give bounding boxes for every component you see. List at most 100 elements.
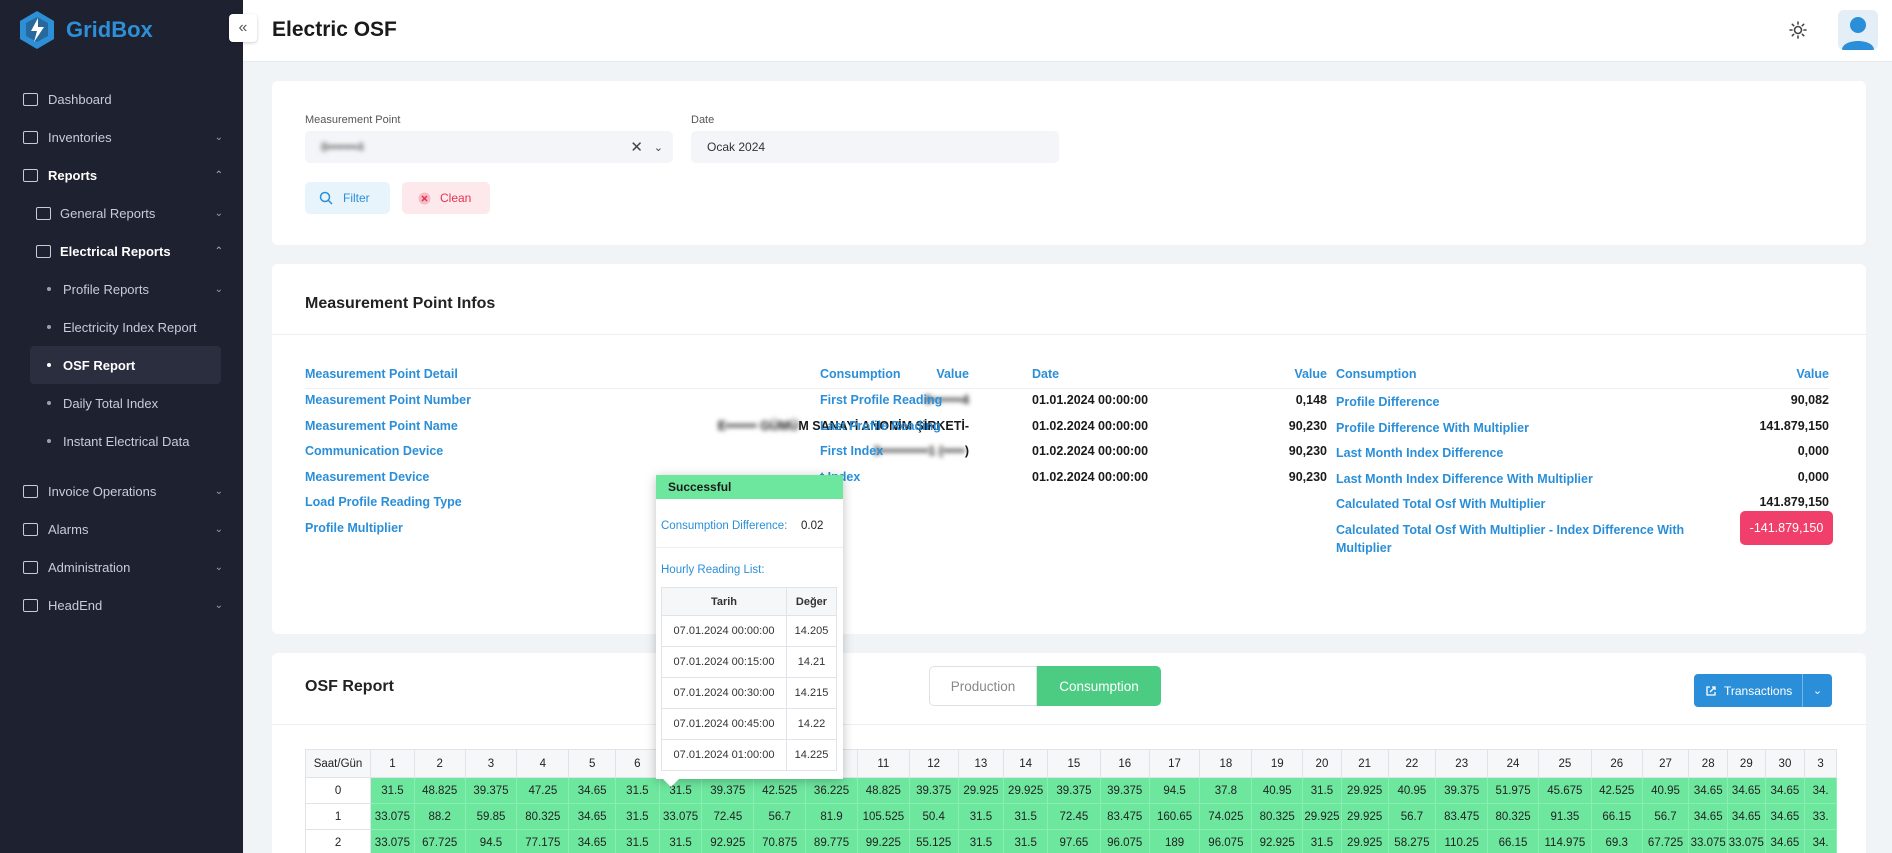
osf-value-cell[interactable]: 88.2: [413, 803, 466, 830]
osf-value-cell[interactable]: 47.25: [516, 777, 570, 804]
user-avatar[interactable]: [1838, 10, 1878, 50]
tab-consumption[interactable]: Consumption: [1037, 666, 1161, 706]
osf-value-cell[interactable]: 96.075: [1199, 829, 1253, 853]
osf-value-cell[interactable]: 29.925: [957, 777, 1005, 804]
tab-production[interactable]: Production: [929, 666, 1037, 706]
osf-value-cell[interactable]: 56.7: [1641, 803, 1690, 830]
sun-icon[interactable]: [1789, 21, 1807, 39]
sidebar-item-dashboard[interactable]: Dashboard: [0, 80, 243, 118]
osf-value-cell[interactable]: 72.45: [1047, 803, 1101, 830]
osf-value-cell[interactable]: 34.65: [568, 777, 617, 804]
osf-value-cell[interactable]: 39.375: [464, 777, 518, 804]
osf-value-cell[interactable]: 80.325: [1251, 803, 1304, 830]
sidebar-item-invoice-operations[interactable]: Invoice Operations ⌄: [0, 472, 243, 510]
sidebar-item-administration[interactable]: Administration ⌄: [0, 548, 243, 586]
osf-value-cell[interactable]: 34.65: [1764, 829, 1806, 853]
osf-value-cell[interactable]: 31.5: [658, 829, 703, 853]
osf-value-cell[interactable]: 34.65: [568, 803, 617, 830]
osf-value-cell[interactable]: 80.325: [1487, 803, 1539, 830]
sidebar-collapse-button[interactable]: «: [229, 14, 257, 42]
sidebar-item-electricity-index-report[interactable]: Electricity Index Report: [0, 308, 243, 346]
osf-value-cell[interactable]: 34.65: [1688, 777, 1729, 804]
sidebar-item-reports[interactable]: Reports ⌃: [0, 156, 243, 194]
transactions-dropdown-toggle[interactable]: ⌄: [1802, 674, 1832, 707]
clean-button[interactable]: Clean: [402, 182, 490, 214]
osf-value-cell[interactable]: 81.9: [805, 803, 858, 830]
osf-value-cell[interactable]: 39.375: [908, 777, 959, 804]
osf-value-cell[interactable]: 39.375: [1047, 777, 1101, 804]
sidebar-item-general-reports[interactable]: General Reports ⌄: [0, 194, 243, 232]
osf-value-cell[interactable]: 83.475: [1099, 803, 1150, 830]
osf-value-cell[interactable]: 31.5: [1302, 777, 1342, 804]
osf-value-cell[interactable]: 31.5: [615, 777, 660, 804]
osf-value-cell[interactable]: 105.525: [856, 803, 910, 830]
osf-value-cell[interactable]: 36.225: [805, 777, 858, 804]
osf-value-cell[interactable]: 58.275: [1387, 829, 1437, 853]
sidebar-item-headend[interactable]: HeadEnd ⌄: [0, 586, 243, 624]
measurement-point-select[interactable]: 8•••••••4 ✕ ⌄: [305, 131, 673, 163]
osf-value-cell[interactable]: 34.65: [1764, 777, 1806, 804]
osf-value-cell[interactable]: 33.075: [370, 829, 415, 853]
sidebar-item-electrical-reports[interactable]: Electrical Reports ⌃: [0, 232, 243, 270]
osf-value-cell[interactable]: 48.825: [413, 777, 466, 804]
sidebar-item-inventories[interactable]: Inventories ⌄: [0, 118, 243, 156]
osf-value-cell[interactable]: 89.775: [805, 829, 858, 853]
osf-value-cell[interactable]: 37.8: [1199, 777, 1253, 804]
osf-value-cell[interactable]: 29.925: [1340, 777, 1389, 804]
osf-value-cell[interactable]: 70.875: [753, 829, 807, 853]
osf-value-cell[interactable]: 189: [1148, 829, 1201, 853]
osf-value-cell[interactable]: 42.525: [1590, 777, 1643, 804]
osf-value-cell[interactable]: 29.925: [1340, 803, 1389, 830]
osf-value-cell[interactable]: 39.375: [1099, 777, 1150, 804]
sidebar-item-instant-electrical-data[interactable]: Instant Electrical Data: [0, 422, 243, 460]
osf-value-cell[interactable]: 99.225: [856, 829, 910, 853]
osf-value-cell[interactable]: 55.125: [908, 829, 959, 853]
osf-value-cell[interactable]: 34.65: [1688, 803, 1729, 830]
clear-icon[interactable]: ✕: [630, 138, 643, 156]
osf-value-cell[interactable]: 31.5: [957, 829, 1005, 853]
osf-value-cell[interactable]: 66.15: [1487, 829, 1539, 853]
osf-value-cell[interactable]: 31.5: [615, 829, 660, 853]
sidebar-item-alarms[interactable]: Alarms ⌄: [0, 510, 243, 548]
osf-value-cell[interactable]: 74.025: [1199, 803, 1253, 830]
osf-value-cell[interactable]: 59.85: [464, 803, 518, 830]
osf-value-cell[interactable]: 160.65: [1148, 803, 1201, 830]
osf-value-cell[interactable]: 39.375: [1435, 777, 1489, 804]
sidebar-item-profile-reports[interactable]: Profile Reports ⌄: [0, 270, 243, 308]
osf-value-cell[interactable]: 110.25: [1435, 829, 1489, 853]
osf-value-cell[interactable]: 56.7: [1387, 803, 1437, 830]
osf-value-cell[interactable]: 77.175: [516, 829, 570, 853]
sidebar-item-daily-total-index[interactable]: Daily Total Index: [0, 384, 243, 422]
osf-value-cell[interactable]: 33.: [1804, 803, 1837, 830]
osf-value-cell[interactable]: 33.075: [1727, 829, 1766, 853]
osf-value-cell[interactable]: 34.: [1804, 777, 1837, 804]
osf-value-cell[interactable]: 34.65: [568, 829, 617, 853]
logo[interactable]: GridBox: [0, 0, 243, 60]
osf-value-cell[interactable]: 34.65: [1727, 777, 1766, 804]
osf-value-cell[interactable]: 34.: [1804, 829, 1837, 853]
osf-value-cell[interactable]: 31.5: [370, 777, 415, 804]
osf-value-cell[interactable]: 72.45: [701, 803, 755, 830]
filter-button[interactable]: Filter: [305, 182, 390, 214]
osf-value-cell[interactable]: 56.7: [753, 803, 807, 830]
osf-value-cell[interactable]: 51.975: [1487, 777, 1539, 804]
osf-value-cell[interactable]: 31.5: [615, 803, 660, 830]
osf-value-cell[interactable]: 66.15: [1590, 803, 1643, 830]
osf-value-cell[interactable]: 94.5: [464, 829, 518, 853]
osf-value-cell[interactable]: 31.5: [1003, 829, 1048, 853]
osf-value-cell[interactable]: 69.3: [1590, 829, 1643, 853]
osf-value-cell[interactable]: 83.475: [1435, 803, 1489, 830]
osf-value-cell[interactable]: 114.975: [1537, 829, 1592, 853]
osf-value-cell[interactable]: 34.65: [1727, 803, 1766, 830]
chevron-down-icon[interactable]: ⌄: [654, 141, 663, 154]
osf-value-cell[interactable]: 40.95: [1387, 777, 1437, 804]
osf-value-cell[interactable]: 94.5: [1148, 777, 1201, 804]
date-input[interactable]: Ocak 2024: [691, 131, 1059, 163]
osf-value-cell[interactable]: 97.65: [1047, 829, 1101, 853]
osf-value-cell[interactable]: 92.925: [1251, 829, 1304, 853]
osf-value-cell[interactable]: 67.725: [1641, 829, 1690, 853]
osf-value-cell[interactable]: 48.825: [856, 777, 910, 804]
osf-value-cell[interactable]: 42.525: [753, 777, 807, 804]
osf-value-cell[interactable]: 50.4: [908, 803, 959, 830]
osf-value-cell[interactable]: 40.95: [1641, 777, 1690, 804]
